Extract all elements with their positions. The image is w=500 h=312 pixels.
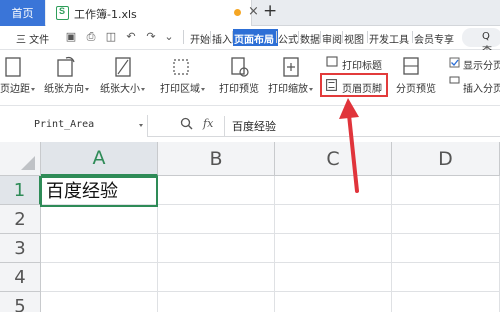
redo-icon[interactable]: ↷ xyxy=(144,30,158,44)
grid-cell[interactable] xyxy=(41,263,158,292)
close-tab-icon[interactable]: × xyxy=(248,4,259,19)
grid-cell[interactable] xyxy=(275,263,392,292)
tab-home[interactable]: 首页 xyxy=(0,0,45,26)
menu-tab-divider xyxy=(320,31,321,43)
grid-cell[interactable] xyxy=(275,292,392,312)
ribbon-button-label: 打印区域 xyxy=(160,84,200,95)
column-header-b[interactable]: B xyxy=(158,142,275,176)
tab-6[interactable]: 审阅 xyxy=(322,31,342,46)
name-box-value: Print_Area xyxy=(34,119,95,130)
grid-cell[interactable] xyxy=(41,234,158,263)
unsaved-dot-icon xyxy=(234,9,241,16)
grid-cell[interactable] xyxy=(158,234,275,263)
grid-cell[interactable] xyxy=(41,205,158,234)
workbook-tab-label: 工作簿-1.xls xyxy=(74,8,137,21)
ribbon-button-1[interactable]: 页边距 xyxy=(0,80,35,95)
chevron-down-icon xyxy=(31,87,35,91)
grid-cell[interactable] xyxy=(392,176,500,205)
ribbon-button-6[interactable]: 打印缩放 xyxy=(268,80,313,95)
grid-cell[interactable] xyxy=(158,176,275,205)
ribbon-button-4[interactable]: 打印区域 xyxy=(160,80,205,95)
column-header-d[interactable]: D xyxy=(392,142,500,176)
spreadsheet-file-icon xyxy=(56,6,69,20)
chevron-down-icon[interactable]: ⌄ xyxy=(162,30,176,44)
menu-divider xyxy=(183,30,184,44)
menu-tab-divider xyxy=(342,31,343,43)
menu-tab-divider xyxy=(232,31,233,43)
print-preview-icon[interactable]: ◫ xyxy=(104,30,118,44)
menu-tab-divider xyxy=(298,31,299,43)
fx-button[interactable]: fx xyxy=(203,117,213,130)
tab-5[interactable]: 数据 xyxy=(300,31,320,46)
chevron-down-icon xyxy=(141,87,145,91)
grid-cell[interactable] xyxy=(275,205,392,234)
tab-2[interactable]: 插入 xyxy=(212,31,232,46)
grid-cell[interactable] xyxy=(392,263,500,292)
tab-4[interactable]: 公式 xyxy=(278,31,298,46)
grid-cell[interactable] xyxy=(392,292,500,312)
row-header-3[interactable]: 3 xyxy=(0,234,41,263)
column-header-a[interactable]: A xyxy=(41,142,158,176)
ribbon-button-5[interactable]: 打印预览 xyxy=(219,80,259,95)
show-page-break-checkbox xyxy=(449,57,460,68)
ribbon-button-11[interactable]: 插入分页 xyxy=(463,80,500,95)
tab-3[interactable]: 页面布局 xyxy=(234,31,274,46)
save-icon[interactable]: ▣ xyxy=(64,30,78,44)
menu-tab-divider xyxy=(367,31,368,43)
ribbon-button-7[interactable]: 打印标题 xyxy=(342,57,382,72)
grid-cell[interactable] xyxy=(41,292,158,312)
grid-cell[interactable] xyxy=(158,292,275,312)
grid-cell[interactable] xyxy=(392,205,500,234)
print-icon[interactable]: ⎙ xyxy=(84,30,98,44)
menu-tab-divider xyxy=(276,31,277,43)
grid-cell[interactable] xyxy=(158,263,275,292)
new-tab-button[interactable]: + xyxy=(263,1,277,21)
menu-tab-divider xyxy=(412,31,413,43)
ribbon-button-label: 显示分页 xyxy=(463,61,500,72)
ribbon-button-label: 纸张方向 xyxy=(44,84,84,95)
ribbon-button-3[interactable]: 纸张大小 xyxy=(100,80,145,95)
grid-cell[interactable] xyxy=(392,234,500,263)
ribbon-button-label: 打印预览 xyxy=(219,84,259,95)
ribbon-button-label: 纸张大小 xyxy=(100,84,140,95)
chevron-down-icon xyxy=(309,87,313,91)
ribbon-button-2[interactable]: 纸张方向 xyxy=(44,80,89,95)
magnify-icon[interactable] xyxy=(180,117,193,130)
ribbon-button-label: 插入分页 xyxy=(463,84,500,95)
tab-7[interactable]: 视图 xyxy=(344,31,364,46)
cell-a1[interactable]: 百度经验 xyxy=(46,177,118,203)
orientation-icon xyxy=(57,59,73,77)
annotation-arrow-icon xyxy=(339,98,359,193)
ribbon-button-9[interactable]: 分页预览 xyxy=(396,80,436,95)
formula-value: 百度经验 xyxy=(232,120,276,133)
grid-cell[interactable] xyxy=(275,234,392,263)
row-header-1[interactable]: 1 xyxy=(0,176,41,205)
print-preview-ribbon-icon xyxy=(231,57,245,75)
ribbon-button-label: 打印标题 xyxy=(342,61,382,72)
menu-tab-divider xyxy=(210,31,211,43)
chevron-down-icon[interactable] xyxy=(139,124,143,127)
tab-workbook[interactable]: 工作簿-1.xls xyxy=(46,0,252,26)
row-header-5[interactable]: 5 xyxy=(0,292,41,312)
tab-8[interactable]: 开发工具 xyxy=(369,31,409,46)
ribbon-button-label: 分页预览 xyxy=(396,84,436,95)
margins-icon xyxy=(5,57,21,77)
row-header-4[interactable]: 4 xyxy=(0,263,41,292)
ribbon-button-label: 打印缩放 xyxy=(268,84,308,95)
tab-9[interactable]: 会员专享 xyxy=(414,31,454,46)
row-header-2[interactable]: 2 xyxy=(0,205,41,234)
chevron-down-icon xyxy=(85,87,89,91)
ribbon-button-10[interactable]: 显示分页 xyxy=(463,57,500,72)
header-footer-highlight-box xyxy=(320,73,388,97)
grid-cell[interactable] xyxy=(158,205,275,234)
print-titles-icon xyxy=(326,56,338,67)
chevron-down-icon xyxy=(201,87,205,91)
file-menu-button[interactable]: 三 文件 xyxy=(16,31,49,46)
insert-page-break-icon xyxy=(449,76,460,84)
tab-1[interactable]: 开始 xyxy=(190,31,210,46)
print-area-icon xyxy=(173,59,189,75)
ribbon-button-label: 页边距 xyxy=(0,84,30,95)
undo-icon[interactable]: ↶ xyxy=(124,30,138,44)
select-all-triangle-icon xyxy=(21,156,35,170)
